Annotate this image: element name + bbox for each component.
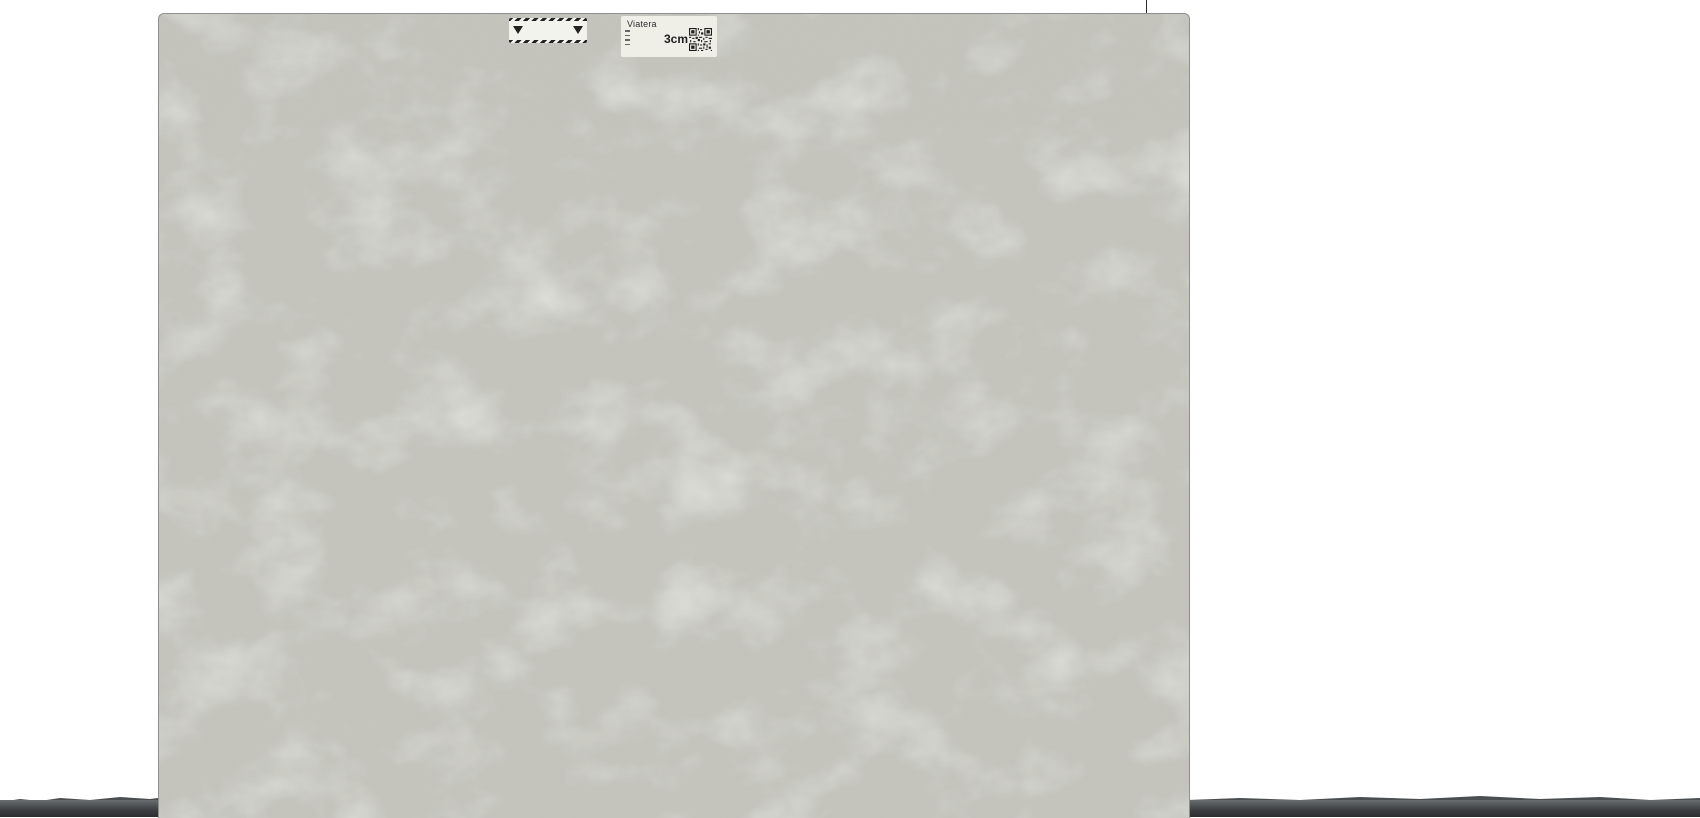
slab-texture xyxy=(159,14,1189,818)
qr-code-icon xyxy=(689,28,712,51)
warning-triangle-icon xyxy=(573,26,583,34)
product-label: Viatera 3cm xyxy=(621,16,717,57)
thickness-label: 3cm xyxy=(664,32,689,46)
caution-sticker xyxy=(509,18,587,43)
warning-triangle-icon xyxy=(513,26,523,34)
stone-slab: Viatera 3cm xyxy=(158,13,1190,818)
caution-stripe-bottom xyxy=(509,40,587,43)
pole xyxy=(1146,0,1147,14)
label-fields xyxy=(625,30,630,48)
caution-stripe-top xyxy=(509,18,587,21)
brand-name: Viatera xyxy=(627,19,657,29)
